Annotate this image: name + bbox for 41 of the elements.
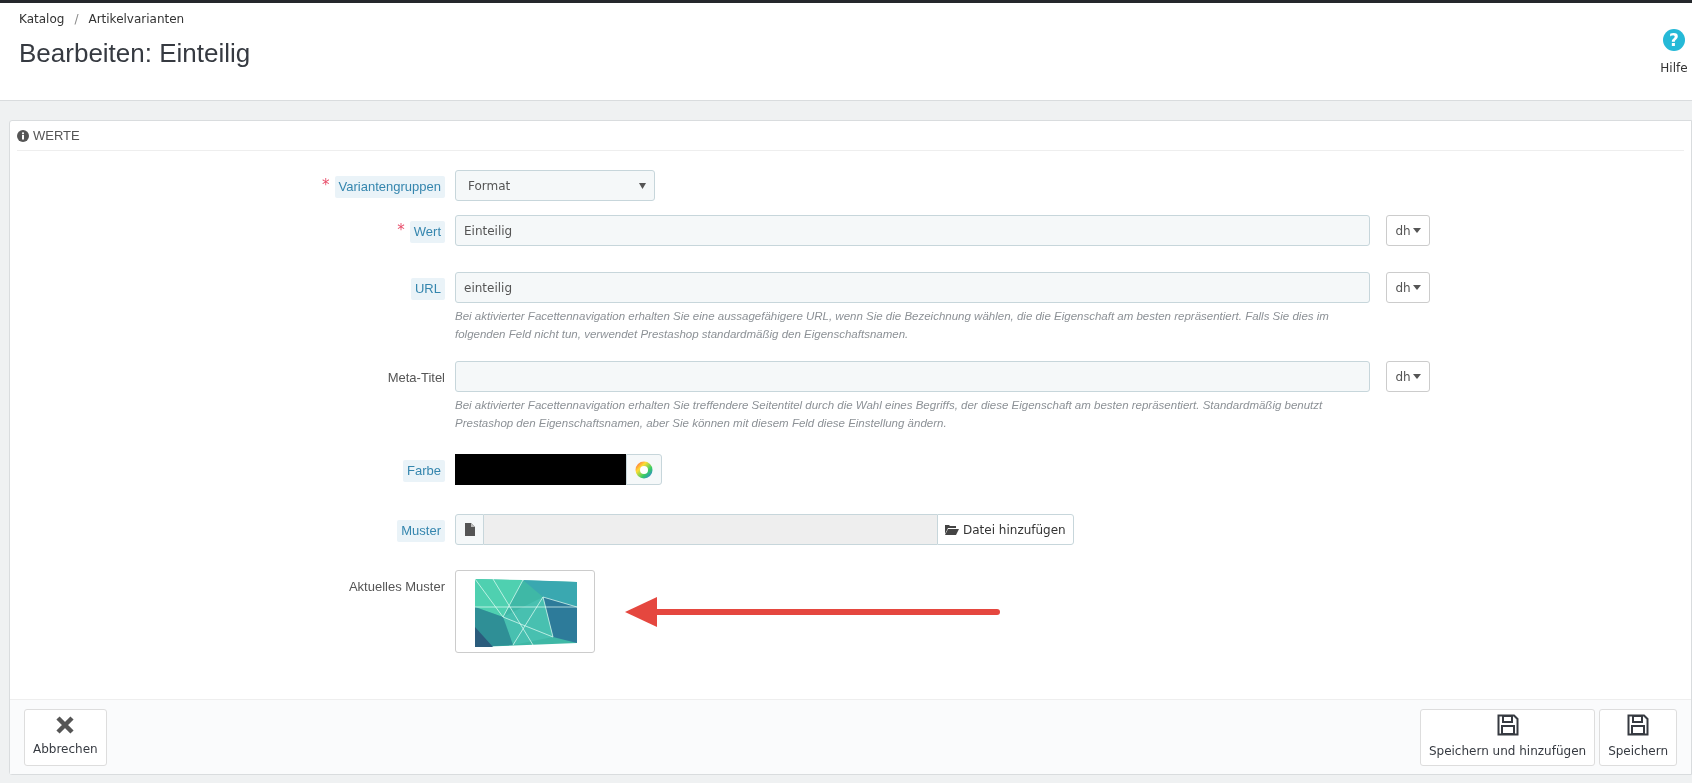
color-picker-button[interactable]	[626, 454, 662, 485]
language-dropdown[interactable]: dh	[1386, 361, 1430, 392]
page-title: Bearbeiten: Einteilig	[19, 37, 251, 70]
language-dropdown[interactable]: dh	[1386, 215, 1430, 246]
help-text: Bei aktivierter Facettennavigation erhalten Sie treffendere Seitentitel durch die Wahl eines Begriffs, der diese Eigenschaft am besten repräsentiert. Standardmäßig benutzt Prestashop den Eigenschaftsnamen, aber Sie können mit diesem Feld diese Einstellung ändern.	[455, 398, 1324, 431]
caret-icon	[639, 182, 646, 189]
required-icon: *	[397, 221, 405, 239]
breadcrumb-link[interactable]: Katalog	[19, 10, 65, 28]
field-label: Wert	[409, 221, 445, 243]
text-field[interactable]: einteilig	[455, 272, 1370, 303]
text-field[interactable]: Einteilig	[455, 215, 1370, 246]
breadcrumb-separator: /	[74, 11, 79, 28]
caret-icon	[1412, 285, 1421, 290]
file-icon	[464, 523, 475, 536]
field-label: Variantengruppen	[334, 176, 445, 198]
field-label: Muster	[397, 520, 445, 542]
folder-icon	[945, 524, 959, 535]
info-icon	[17, 129, 29, 142]
close-icon	[56, 716, 75, 734]
field-label: URL	[411, 278, 445, 300]
select-field[interactable]: Format	[455, 170, 655, 201]
field-label: Aktuelles Muster	[348, 578, 445, 596]
caret-icon	[1412, 374, 1421, 379]
field-label: Farbe	[403, 460, 445, 482]
language-dropdown[interactable]: dh	[1386, 272, 1430, 303]
add-file-button[interactable]: Datei hinzufügen	[937, 514, 1074, 545]
save-button[interactable]: Speichern	[1599, 708, 1677, 766]
required-icon: *	[322, 176, 330, 194]
color-field[interactable]	[455, 454, 626, 485]
breadcrumb-link[interactable]: Artikelvarianten	[88, 10, 185, 28]
help-button[interactable]: ? Hilfe	[1656, 3, 1692, 100]
panel-title: WERTE	[33, 126, 80, 145]
cancel-button[interactable]: Abbrechen	[24, 708, 107, 766]
help-text: Bei aktivierter Facettennavigation erhalten Sie eine aussagefähigere URL, wenn Sie die Bezeichnung wählen, die die Eigenschaft am besten repräsentiert. Falls Sie dies im folgenden Feld nicht tun, verwendet Prestashop standardmäßig den Eigenschaftsnamen.	[455, 309, 1330, 342]
text-field[interactable]	[455, 361, 1370, 392]
caret-icon	[1412, 228, 1421, 233]
help-icon: ?	[1663, 29, 1685, 51]
save-button[interactable]: Speichern und hinzufügen	[1419, 708, 1596, 766]
field-label: Meta-Titel	[387, 369, 445, 387]
file-name-field[interactable]	[484, 514, 937, 545]
color-wheel-icon	[635, 460, 653, 479]
